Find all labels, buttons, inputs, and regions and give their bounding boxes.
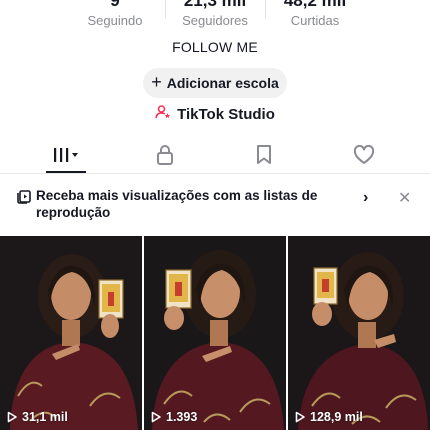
tab-liked[interactable]	[334, 136, 394, 174]
close-icon[interactable]: ✕	[398, 188, 411, 208]
play-icon	[151, 411, 161, 423]
video-thumbnail-image	[0, 236, 142, 430]
play-icon	[7, 411, 17, 423]
following-count: 9	[110, 0, 120, 10]
lock-icon	[157, 145, 173, 165]
tiktok-studio-link[interactable]: TikTok Studio	[0, 104, 430, 124]
add-school-button[interactable]: + Adicionar escola	[143, 68, 287, 98]
view-count-label: 31,1 mil	[22, 410, 68, 424]
profile-stats: 9 Seguindo 21,3 mil Seguidores 48,2 mil …	[0, 0, 430, 32]
likes-label: Curtidas	[290, 13, 340, 28]
add-school-label: Adicionar escola	[166, 75, 279, 91]
video-thumbnail-image	[144, 236, 286, 430]
view-count: 128,9 mil	[294, 410, 363, 424]
likes-count: 48,2 mil	[283, 0, 347, 10]
following-label: Seguindo	[87, 13, 143, 28]
profile-tabs	[0, 136, 430, 174]
video-thumbnail[interactable]: 31,1 mil	[0, 236, 142, 430]
chevron-right-icon[interactable]: ›	[363, 189, 368, 207]
video-thumbnail[interactable]: 128,9 mil	[288, 236, 430, 430]
tab-saved[interactable]	[234, 136, 294, 174]
studio-person-icon	[155, 104, 171, 124]
videos-grid-icon	[54, 148, 78, 162]
tab-private[interactable]	[135, 136, 195, 174]
followers-count: 21,3 mil	[183, 0, 247, 10]
playlist-banner[interactable]: Receba mais visualizações com as listas …	[0, 180, 430, 228]
video-grid: 31,1 mil 1.393 128,9 mil	[0, 236, 430, 430]
video-thumbnail-image	[288, 236, 430, 430]
tab-videos[interactable]	[36, 136, 96, 174]
view-count: 31,1 mil	[6, 410, 68, 424]
heart-icon	[353, 145, 375, 164]
bookmark-icon	[257, 145, 271, 164]
studio-label: TikTok Studio	[177, 105, 275, 123]
banner-text: Receba mais visualizações com as listas …	[36, 188, 318, 220]
stat-following[interactable]: 9 Seguindo	[60, 0, 170, 30]
playlist-icon	[16, 188, 32, 209]
stat-followers[interactable]: 21,3 mil Seguidores	[160, 0, 270, 30]
active-tab-indicator	[46, 171, 86, 173]
plus-icon: +	[151, 72, 162, 92]
view-count-label: 128,9 mil	[310, 410, 363, 424]
view-count-label: 1.393	[166, 410, 198, 424]
profile-bio: FOLLOW ME	[172, 39, 258, 55]
play-icon	[295, 411, 305, 423]
followers-label: Seguidores	[182, 13, 248, 28]
stat-likes[interactable]: 48,2 mil Curtidas	[260, 0, 370, 30]
video-thumbnail[interactable]: 1.393	[144, 236, 286, 430]
view-count: 1.393	[150, 410, 197, 424]
